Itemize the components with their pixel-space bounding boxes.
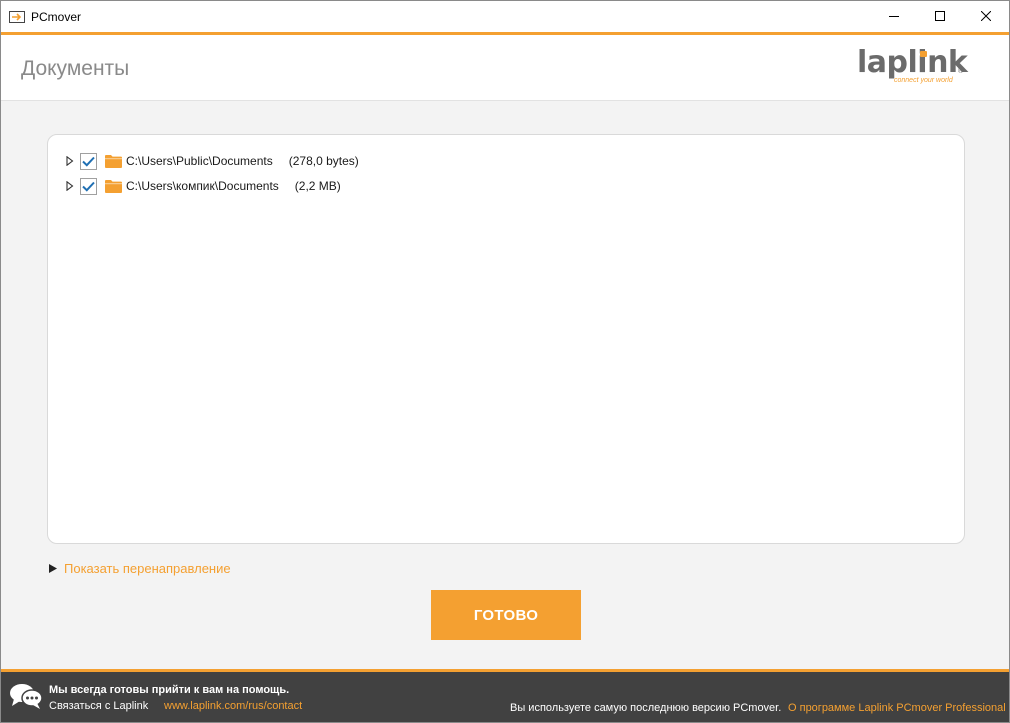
- checkmark-icon: [82, 181, 95, 192]
- window-controls: [871, 1, 1009, 32]
- pcmover-app-icon: [9, 9, 25, 25]
- logo-wordmark: laplink: [857, 45, 968, 80]
- checkmark-icon: [82, 156, 95, 167]
- page-title: Документы: [21, 57, 130, 80]
- minimize-button[interactable]: [871, 1, 917, 32]
- logo-registered-mark: ®: [958, 68, 964, 75]
- contact-label: Связаться с Laplink: [49, 700, 149, 712]
- title-bar[interactable]: PCmover: [1, 1, 1009, 32]
- expand-arrow-icon[interactable]: [66, 155, 76, 167]
- done-button[interactable]: ГОТОВО: [431, 590, 581, 640]
- maximize-icon: [935, 8, 945, 26]
- about-program-link[interactable]: О программе Laplink PCmover Professional: [788, 702, 1006, 714]
- folder-icon: [105, 154, 122, 168]
- version-status-text: Вы используете самую последнюю версию PC…: [510, 702, 782, 714]
- close-icon: [980, 8, 992, 26]
- window-title: PCmover: [31, 9, 82, 24]
- documents-tree[interactable]: C:\Users\Public\Documents (278,0 bytes) …: [47, 134, 965, 544]
- tree-item[interactable]: C:\Users\компик\Documents (2,2 MB): [66, 176, 341, 196]
- folder-icon: [105, 179, 122, 193]
- close-button[interactable]: [963, 1, 1009, 32]
- contact-link[interactable]: www.laplink.com/rus/contact: [164, 700, 302, 712]
- laplink-logo: laplink ® connect your world: [857, 45, 968, 86]
- footer: Мы всегда готовы прийти к вам на помощь.…: [1, 672, 1009, 722]
- logo-i-dot: [920, 51, 927, 57]
- minimize-icon: [889, 8, 899, 26]
- tree-item-size: (2,2 MB): [294, 179, 341, 193]
- show-redirect-link[interactable]: Показать перенаправление: [64, 561, 231, 576]
- tree-item-path: C:\Users\компик\Documents: [126, 179, 279, 193]
- tree-item[interactable]: C:\Users\Public\Documents (278,0 bytes): [66, 151, 359, 171]
- play-triangle-icon: [49, 563, 59, 575]
- pcmover-window: PCmover Документы laplink ® connect your…: [0, 0, 1010, 723]
- expand-arrow-icon[interactable]: [66, 180, 76, 192]
- logo-tagline: connect your world: [894, 77, 953, 84]
- tree-item-path: C:\Users\Public\Documents: [126, 154, 273, 168]
- show-redirect-toggle[interactable]: Показать перенаправление: [49, 561, 231, 576]
- chat-bubbles-icon: [9, 681, 43, 711]
- tree-item-checkbox[interactable]: [80, 177, 97, 195]
- tree-item-checkbox[interactable]: [80, 152, 97, 170]
- tree-item-size: (278,0 bytes): [288, 154, 359, 168]
- page-header: Документы laplink ® connect your world: [1, 35, 1009, 101]
- help-title: Мы всегда готовы прийти к вам на помощь.: [49, 684, 290, 696]
- maximize-button[interactable]: [917, 1, 963, 32]
